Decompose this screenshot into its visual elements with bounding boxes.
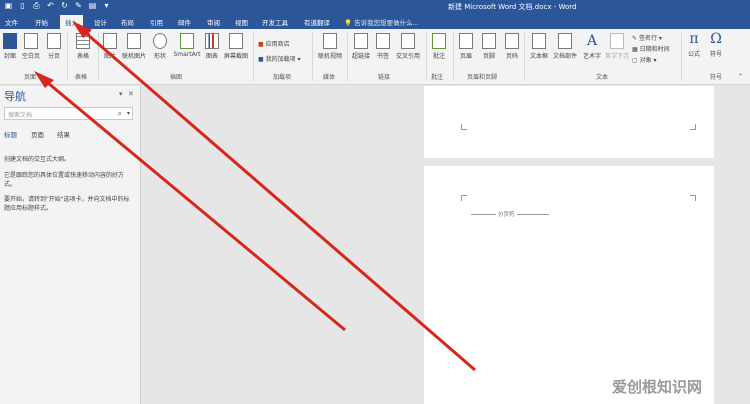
arrow-to-insert-tab xyxy=(79,26,476,372)
watermark-text: 爱创根知识网 xyxy=(612,378,703,396)
arrow-to-blank-page xyxy=(41,76,346,332)
annotation-arrows xyxy=(34,21,476,372)
